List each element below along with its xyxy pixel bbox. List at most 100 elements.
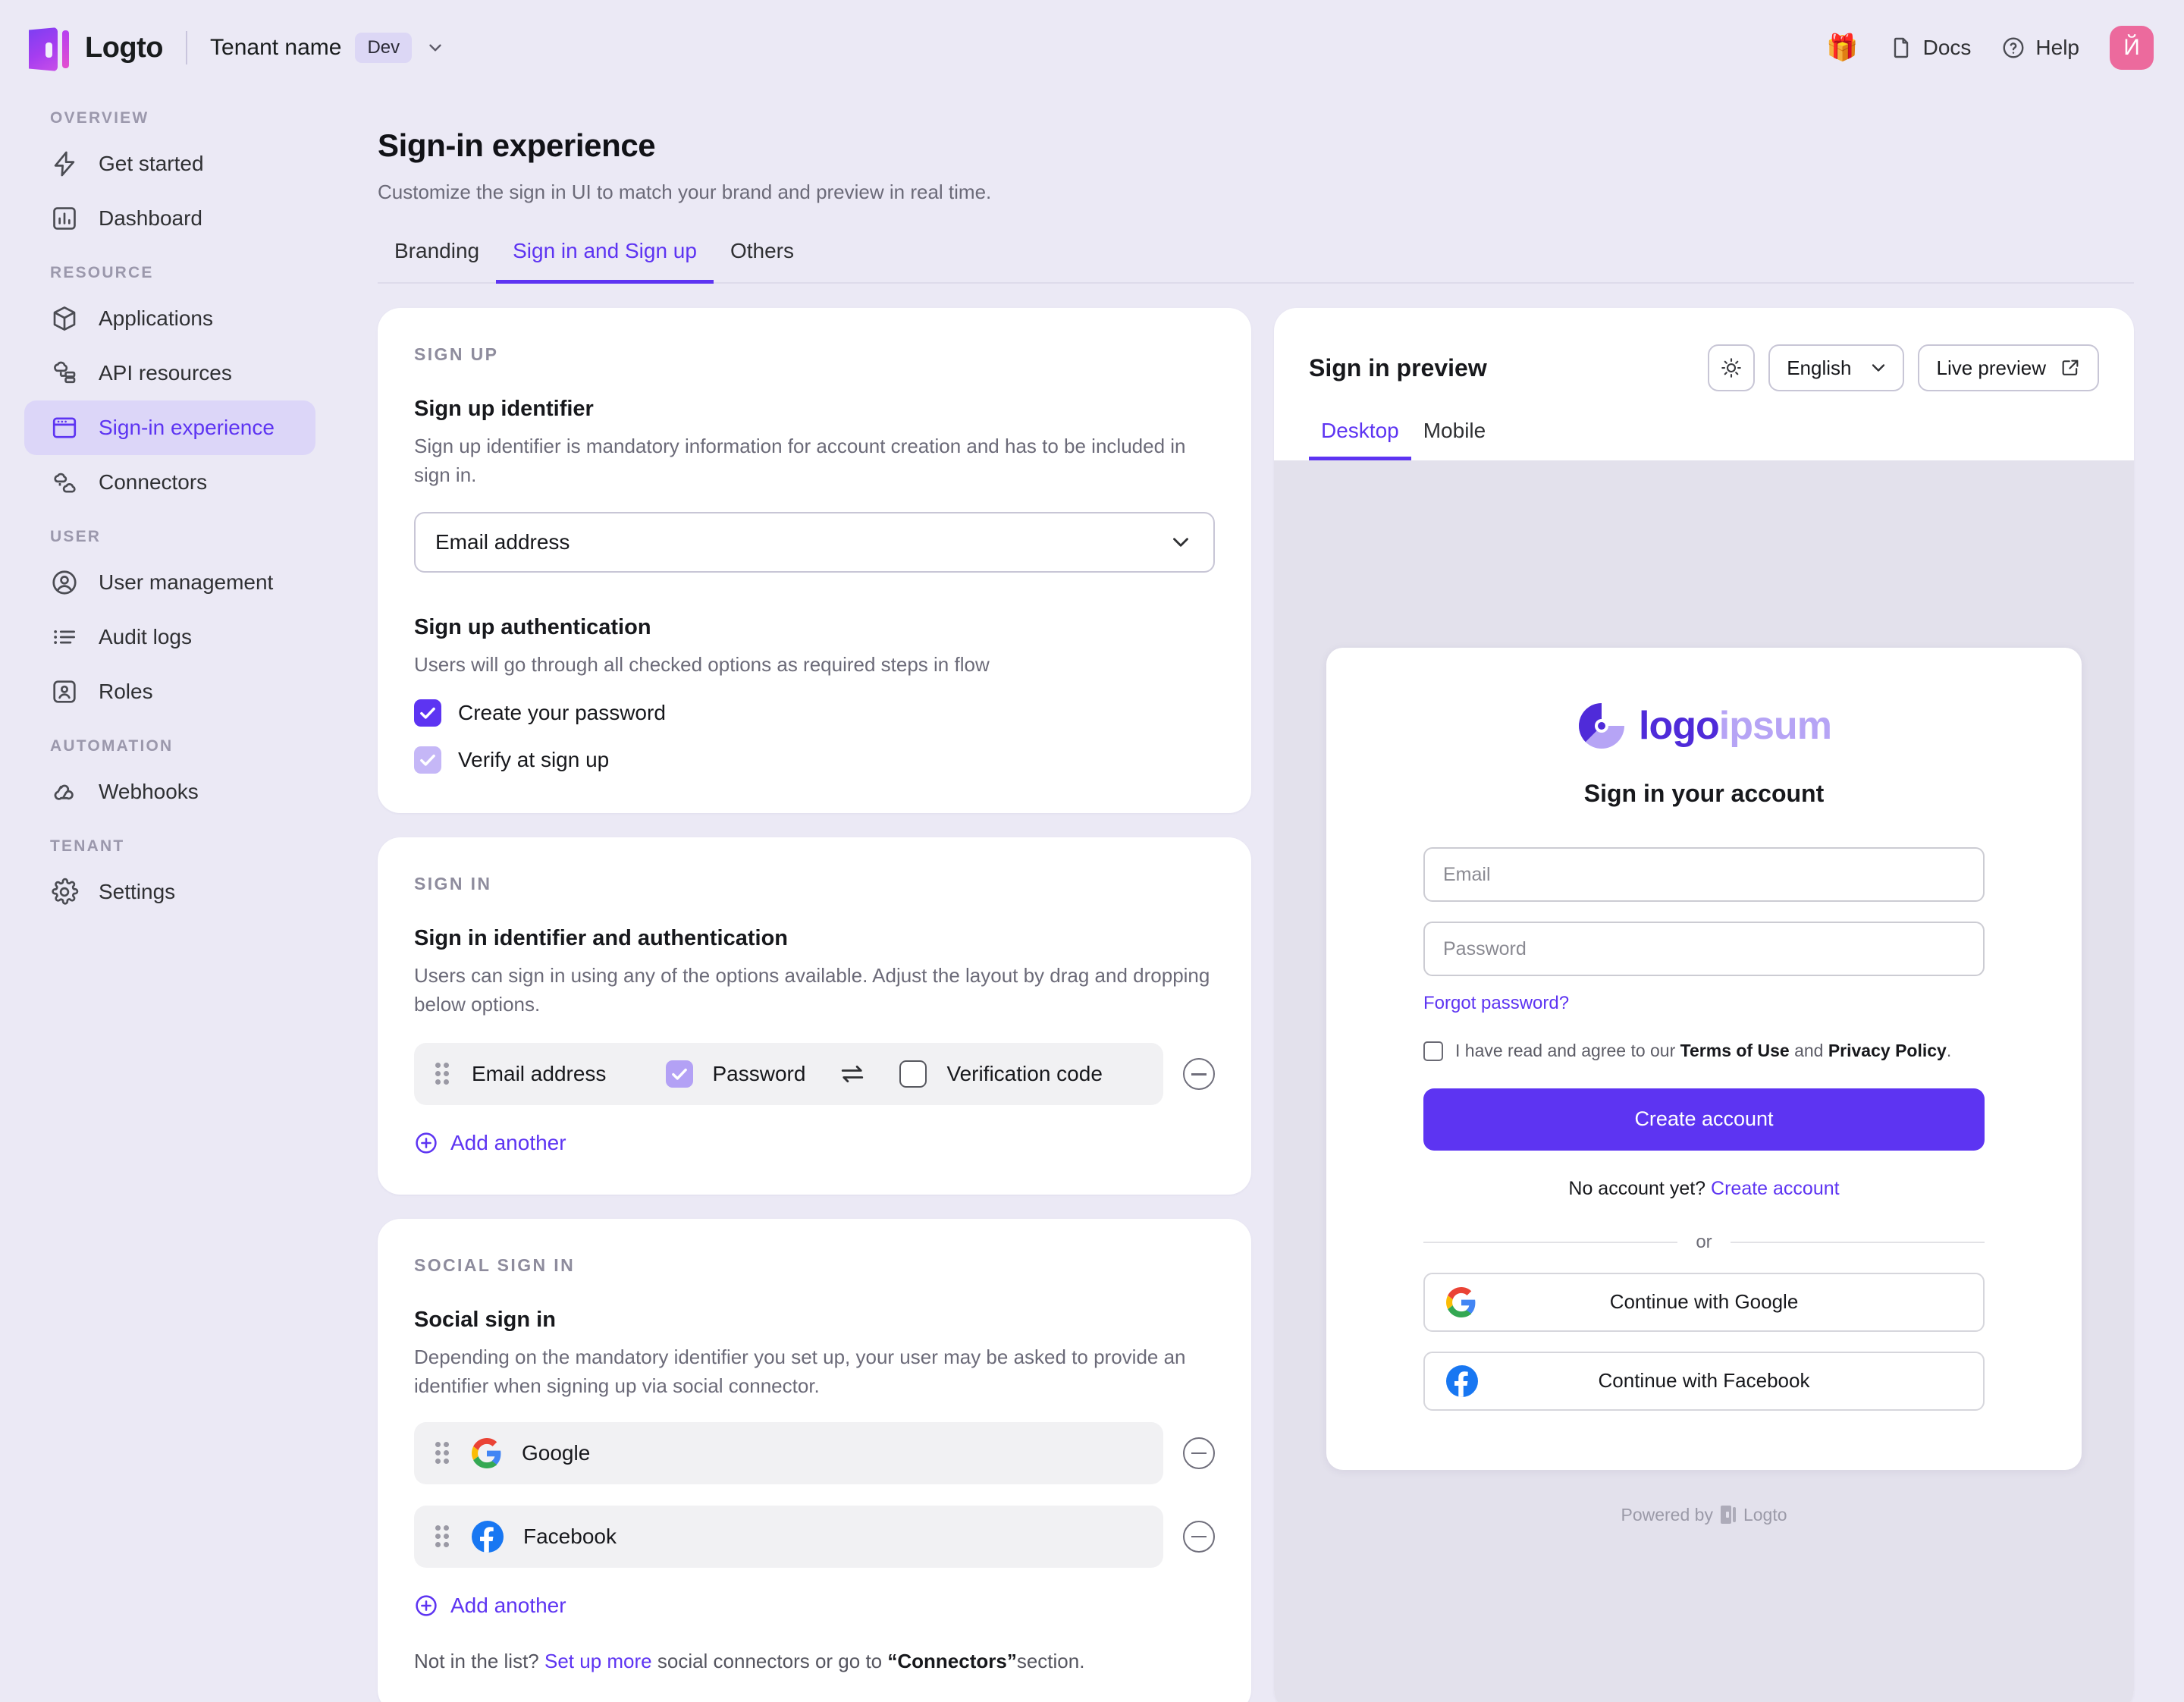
preview-forgot-password-link[interactable]: Forgot password?: [1423, 993, 1985, 1014]
no-account-text: No account yet?: [1568, 1178, 1705, 1199]
docs-link[interactable]: Docs: [1889, 36, 1972, 60]
note-prefix: Not in the list?: [414, 1650, 539, 1672]
social-connector-google[interactable]: Google: [414, 1422, 1163, 1484]
social-sign-in-card: SOCIAL SIGN IN Social sign in Depending …: [378, 1219, 1251, 1702]
checkbox-create-your-password[interactable]: Create your password: [414, 699, 1215, 727]
preview-tab-desktop[interactable]: Desktop: [1309, 419, 1411, 460]
privacy-policy-link[interactable]: Privacy Policy: [1828, 1041, 1947, 1060]
roles-icon: [50, 677, 79, 706]
sidebar-item-sign-in-experience[interactable]: Sign-in experience: [24, 400, 315, 455]
password-label: Password: [713, 1062, 806, 1086]
checkbox-password-icon[interactable]: [666, 1060, 693, 1088]
note-middle: social connectors or go to: [657, 1650, 882, 1672]
drag-handle-icon[interactable]: [435, 1442, 452, 1465]
chevron-down-icon: [425, 38, 445, 58]
or-label: or: [1696, 1232, 1712, 1253]
help-link[interactable]: Help: [2001, 36, 2079, 60]
sign-in-kicker: SIGN IN: [414, 874, 1215, 894]
plus-circle-icon: [414, 1131, 438, 1155]
set-up-more-link[interactable]: Set up more: [544, 1650, 652, 1672]
preview-terms-row[interactable]: I have read and agree to our Terms of Us…: [1423, 1040, 1985, 1063]
logo-word-b: ipsum: [1719, 704, 1831, 748]
external-link-icon: [2060, 357, 2081, 378]
terms-of-use-link[interactable]: Terms of Use: [1680, 1041, 1790, 1060]
sidebar-item-label: Sign-in experience: [99, 416, 275, 440]
gear-icon: [50, 878, 79, 906]
sidebar-item-label: API resources: [99, 361, 232, 385]
preview-email-input[interactable]: Email: [1423, 847, 1985, 902]
add-another-connector-button[interactable]: Add another: [414, 1594, 1215, 1618]
sun-icon: [1720, 356, 1743, 379]
preview-create-account-link[interactable]: Create account: [1711, 1178, 1840, 1199]
sign-up-identifier-value: Email address: [435, 530, 1168, 554]
preview-continue-with-facebook-button[interactable]: Continue with Facebook: [1423, 1352, 1985, 1411]
sign-in-method-row-inner[interactable]: Email address Password Verification code: [414, 1043, 1163, 1105]
logo-word-a: logo: [1639, 704, 1719, 748]
connector-label: Facebook: [523, 1525, 617, 1549]
page-tabs: Branding Sign in and Sign up Others: [378, 237, 2134, 284]
sidebar-item-dashboard[interactable]: Dashboard: [24, 191, 315, 246]
sign-up-identifier-select[interactable]: Email address: [414, 512, 1215, 573]
preview-tab-mobile[interactable]: Mobile: [1411, 419, 1498, 460]
terms-checkbox-icon[interactable]: [1423, 1041, 1443, 1061]
connectors-icon: [50, 468, 79, 497]
checkbox-verification-code-icon[interactable]: [899, 1060, 927, 1088]
preview-password-input[interactable]: Password: [1423, 922, 1985, 976]
drag-handle-icon[interactable]: [435, 1525, 452, 1548]
sign-up-identifier-title: Sign up identifier: [414, 397, 1215, 422]
help-circle-icon: [2001, 36, 2026, 60]
logto-mini-logo-icon: [1721, 1506, 1736, 1524]
gift-icon[interactable]: 🎁: [1826, 35, 1858, 61]
preview-header: Sign in preview English Live preview: [1274, 308, 2134, 460]
sidebar-item-connectors[interactable]: Connectors: [24, 455, 315, 510]
sign-in-card: SIGN IN Sign in identifier and authentic…: [378, 837, 1251, 1195]
sidebar-item-user-management[interactable]: User management: [24, 555, 315, 610]
sidebar-item-label: Settings: [99, 880, 175, 904]
drag-handle-icon[interactable]: [435, 1063, 452, 1085]
chart-icon: [50, 204, 79, 233]
logo-wordmark: logoipsum: [1639, 703, 1831, 749]
live-preview-button[interactable]: Live preview: [1918, 344, 2099, 391]
remove-sign-in-method-button[interactable]: [1183, 1058, 1215, 1090]
avatar[interactable]: Й: [2110, 26, 2154, 70]
sidebar-item-webhooks[interactable]: Webhooks: [24, 765, 315, 819]
tab-others[interactable]: Others: [714, 239, 811, 284]
swap-icon[interactable]: [839, 1060, 866, 1088]
tab-branding[interactable]: Branding: [378, 239, 496, 284]
sidebar-item-api-resources[interactable]: API resources: [24, 346, 315, 400]
bolt-icon: [50, 149, 79, 178]
divider-line: [1731, 1242, 1985, 1243]
tab-sign-in-and-sign-up[interactable]: Sign in and Sign up: [496, 239, 714, 284]
brand-logo[interactable]: Logto: [29, 24, 163, 71]
preview-or-divider: or: [1423, 1232, 1985, 1253]
sidebar-item-roles[interactable]: Roles: [24, 664, 315, 719]
sidebar-item-audit-logs[interactable]: Audit logs: [24, 610, 315, 664]
sidebar-item-applications[interactable]: Applications: [24, 291, 315, 346]
note-bold: “Connectors”: [887, 1650, 1016, 1672]
google-icon: [472, 1438, 502, 1468]
browser-icon: [50, 413, 79, 442]
add-another-sign-in-method-button[interactable]: Add another: [414, 1131, 1215, 1155]
preview-create-account-button[interactable]: Create account: [1423, 1088, 1985, 1151]
social-title: Social sign in: [414, 1308, 1215, 1333]
checkbox-verify-at-sign-up[interactable]: Verify at sign up: [414, 746, 1215, 774]
sign-up-kicker: SIGN UP: [414, 344, 1215, 365]
tenant-switcher[interactable]: Tenant name Dev: [210, 33, 445, 63]
sidebar-group-tenant: TENANT: [24, 837, 315, 856]
social-connector-facebook[interactable]: Facebook: [414, 1506, 1163, 1568]
remove-connector-facebook-button[interactable]: [1183, 1521, 1215, 1553]
sidebar-group-overview: OVERVIEW: [24, 109, 315, 127]
social-note: Not in the list? Set up more social conn…: [414, 1650, 1215, 1673]
sidebar-item-label: Applications: [99, 306, 213, 331]
user-circle-icon: [50, 568, 79, 597]
remove-connector-google-button[interactable]: [1183, 1437, 1215, 1469]
preview-continue-with-google-button[interactable]: Continue with Google: [1423, 1273, 1985, 1332]
webhook-icon: [50, 777, 79, 806]
top-bar: Logto Tenant name Dev 🎁 Docs Help Й: [0, 0, 2184, 96]
sidebar-item-get-started[interactable]: Get started: [24, 137, 315, 191]
sidebar-item-settings[interactable]: Settings: [24, 865, 315, 919]
powered-by-logto: Powered by Logto: [1621, 1505, 1787, 1525]
language-select[interactable]: English: [1768, 344, 1904, 391]
preview-email-placeholder: Email: [1443, 864, 1491, 886]
theme-toggle-button[interactable]: [1708, 344, 1755, 391]
